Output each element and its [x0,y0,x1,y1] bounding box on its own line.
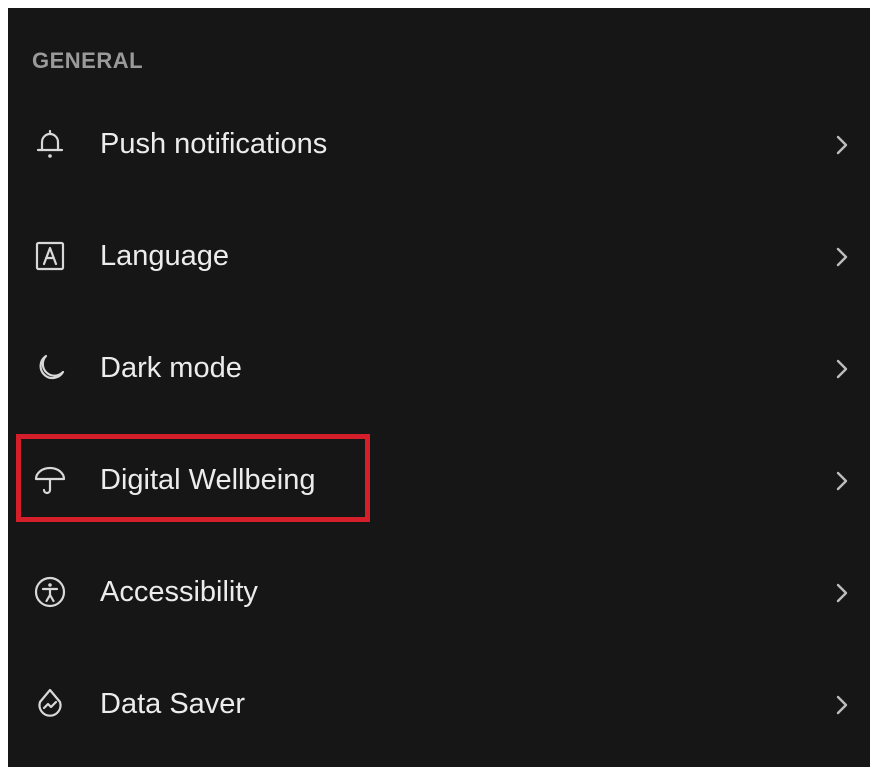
settings-item-label: Language [100,240,230,272]
accessibility-icon [32,574,68,610]
chevron-right-icon [830,466,854,496]
moon-icon [32,350,68,386]
settings-item-label: Dark mode [100,352,242,384]
chevron-right-icon [830,242,854,272]
language-a-icon [32,238,68,274]
settings-item-data-saver[interactable]: Data Saver [8,664,870,744]
settings-item-digital-wellbeing[interactable]: Digital Wellbeing [8,440,870,520]
settings-item-dark-mode[interactable]: Dark mode [8,328,870,408]
settings-item-language[interactable]: Language [8,216,870,296]
settings-item-push-notifications[interactable]: Push notifications [8,104,870,184]
settings-item-label: Push notifications [100,128,328,160]
chevron-right-icon [830,578,854,608]
settings-screen: GENERAL Push notifications Language Dark… [8,8,870,767]
settings-item-label: Digital Wellbeing [100,464,316,496]
settings-item-accessibility[interactable]: Accessibility [8,552,870,632]
bell-icon [32,126,68,162]
chevron-right-icon [830,354,854,384]
section-header-general: GENERAL [32,48,144,73]
data-saver-icon [32,686,68,722]
settings-item-label: Accessibility [100,576,258,608]
chevron-right-icon [830,130,854,160]
chevron-right-icon [830,690,854,720]
settings-item-label: Data Saver [100,688,246,720]
umbrella-icon [32,462,68,498]
